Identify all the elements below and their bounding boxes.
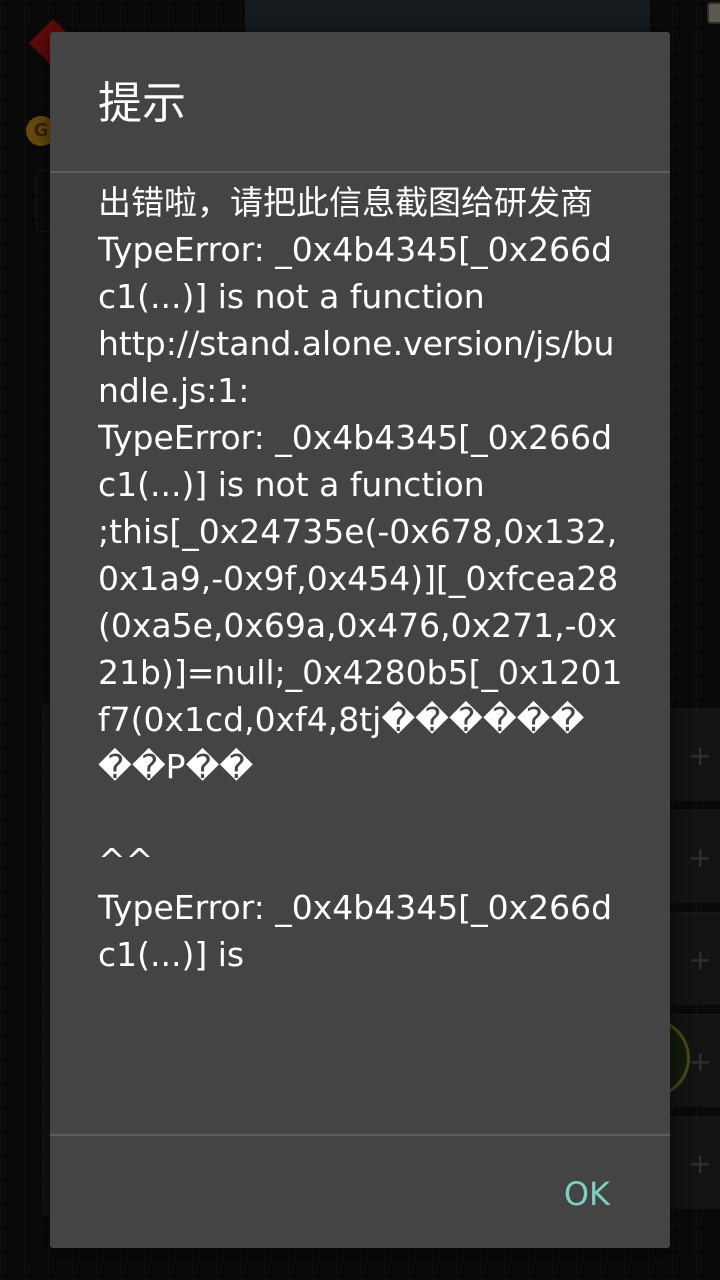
error-dialog: 提示 出错啦，请把此信息截图给研发商 TypeError: _0x4b4345[… [50, 32, 670, 1248]
title-divider [50, 171, 670, 173]
button-divider [50, 1134, 670, 1136]
ok-button[interactable]: OK [552, 1170, 622, 1218]
dialog-title: 提示 [98, 78, 186, 129]
dialog-message-scroll[interactable]: 出错啦，请把此信息截图给研发商 TypeError: _0x4b4345[_0x… [98, 175, 628, 1134]
dialog-message: 出错啦，请把此信息截图给研发商 TypeError: _0x4b4345[_0x… [98, 183, 623, 974]
